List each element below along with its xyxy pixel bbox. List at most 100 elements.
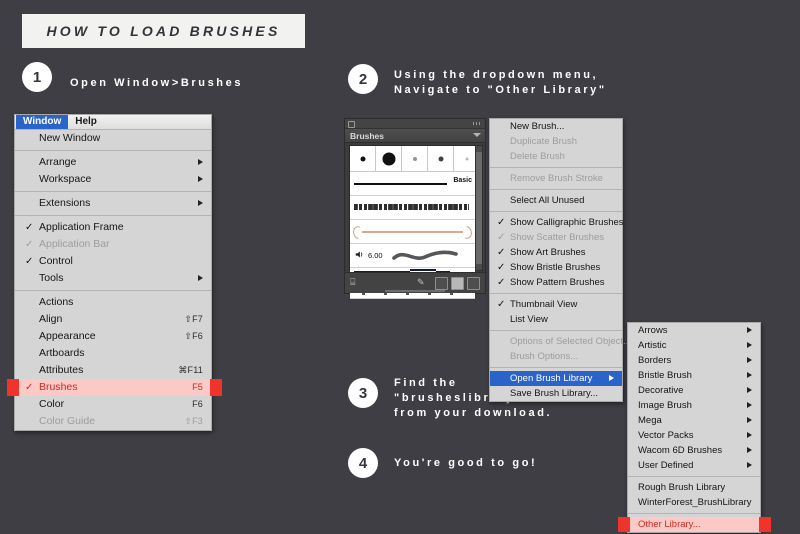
window-menu-item-actions[interactable]: Actions <box>15 294 211 311</box>
arrow-head-left-icon <box>350 223 368 242</box>
window-menu-item-appearance[interactable]: Appearance ⇧F6 <box>15 328 211 345</box>
library-menu-item-other-library[interactable]: Other Library... <box>628 517 760 532</box>
scrollbar-thumb[interactable] <box>476 152 482 264</box>
library-menu-separator <box>628 513 760 514</box>
brush-swatch[interactable] <box>350 146 376 171</box>
brush-swatch[interactable] <box>402 146 428 171</box>
brush-menu-separator <box>490 367 622 368</box>
library-menu-item-bristle-brush[interactable]: Bristle Brush <box>628 368 760 383</box>
basic-label: Basic <box>453 177 472 184</box>
check-icon: ✓ <box>25 239 34 250</box>
panel-tab-label: Brushes <box>350 130 385 141</box>
brush-panel-flyout-menu[interactable]: New Brush... Duplicate Brush Delete Brush R… <box>489 118 631 402</box>
panel-tab-brushes[interactable]: Brushes <box>345 129 485 143</box>
window-menu-item-arrange[interactable]: Arrange <box>15 154 211 171</box>
library-menu-item-rough-brush-library[interactable]: Rough Brush Library <box>628 480 760 495</box>
library-menu-item-decorative[interactable]: Decorative <box>628 383 760 398</box>
library-menu-item-arrows[interactable]: Arrows <box>628 323 760 338</box>
library-menu-item-label: Artistic <box>638 340 667 351</box>
brushes-list: Basic 6.00 <box>349 145 480 299</box>
window-menu-item-application-bar: ✓ Application Bar <box>15 236 211 253</box>
step-4-text: You're good to go! <box>394 457 538 469</box>
window-menu-items: New Window Arrange Workspace Extensions ✓ App… <box>15 130 211 430</box>
brush-menu-item-label: Options of Selected Object... <box>510 336 631 347</box>
brush-menu-item-show-art-brushes[interactable]: ✓ Show Art Brushes <box>490 245 622 260</box>
window-menu-item-brushes[interactable]: ✓ Brushes F5 <box>15 379 211 396</box>
bristle-brush-row[interactable]: 6.00 <box>350 244 475 268</box>
window-menu-separator <box>15 290 211 291</box>
window-menu-item-artboards[interactable]: Artboards <box>15 345 211 362</box>
check-icon: ✓ <box>25 382 34 393</box>
arrow-stroke-preview <box>362 231 463 233</box>
window-menu-dropdown[interactable]: Window Help New Window Arrange Workspace Ex… <box>14 114 212 431</box>
window-menu-item-extensions[interactable]: Extensions <box>15 195 211 212</box>
calligraphic-brush-row[interactable] <box>350 146 480 172</box>
bristle-stroke-preview <box>392 250 458 260</box>
bristle-brush-icon <box>355 251 363 258</box>
brush-menu-item-open-brush-library[interactable]: Open Brush Library <box>490 371 622 386</box>
art-brush-arrow-row[interactable] <box>350 220 475 244</box>
brush-swatch[interactable] <box>376 146 402 171</box>
art-brush-charcoal-row[interactable] <box>350 196 475 220</box>
brush-menu-item-label: Remove Brush Stroke <box>510 173 603 184</box>
brush-menu-item-delete-brush: Delete Brush <box>490 149 622 164</box>
delete-brush-icon[interactable] <box>467 277 480 290</box>
new-brush-icon[interactable] <box>451 277 464 290</box>
brush-swatch[interactable] <box>428 146 454 171</box>
footer-divider <box>385 290 445 292</box>
library-menu-item-image-brush[interactable]: Image Brush <box>628 398 760 413</box>
other-library-highlight-bar-right <box>759 517 771 532</box>
brush-menu-item-thumbnail-view[interactable]: ✓ Thumbnail View <box>490 297 622 312</box>
library-menu-item-artistic[interactable]: Artistic <box>628 338 760 353</box>
brush-libraries-menu-icon[interactable]: ⌸ <box>350 277 361 288</box>
brush-menu-item-show-pattern-brushes[interactable]: ✓ Show Pattern Brushes <box>490 275 622 290</box>
library-menu-item-user-defined[interactable]: User Defined <box>628 458 760 473</box>
brushes-panel[interactable]: Brushes Basic 6.00 ⌸ ✎ <box>344 118 486 299</box>
brush-menu-item-list-view[interactable]: List View <box>490 312 622 327</box>
window-menu-item-new-window[interactable]: New Window <box>15 130 211 147</box>
library-menu-item-label: Rough Brush Library <box>638 482 726 493</box>
menubar-item-window[interactable]: Window <box>16 115 69 129</box>
brush-menu-item-label: Show Pattern Brushes <box>510 277 605 288</box>
brush-menu-item-show-calligraphic-brushes[interactable]: ✓ Show Calligraphic Brushes <box>490 215 624 230</box>
library-menu-item-borders[interactable]: Borders <box>628 353 760 368</box>
check-icon: ✓ <box>25 256 34 267</box>
art-brush-basic-row[interactable]: Basic <box>350 172 475 196</box>
window-menu-item-attributes[interactable]: Attributes ⌘F11 <box>15 362 211 379</box>
step-1-number: 1 <box>22 62 52 92</box>
library-menu-item-wacom-6d-brushes[interactable]: Wacom 6D Brushes <box>628 443 760 458</box>
window-menu-item-workspace[interactable]: Workspace <box>15 171 211 188</box>
chevron-right-icon <box>747 383 752 398</box>
menubar-item-help[interactable]: Help <box>68 115 104 129</box>
brush-menu-item-show-bristle-brushes[interactable]: ✓ Show Bristle Brushes <box>490 260 622 275</box>
panel-menu-icon[interactable] <box>473 133 481 137</box>
check-icon: ✓ <box>497 299 506 310</box>
library-menu-item-winterforest-brushlibrary[interactable]: WinterForest_BrushLibrary <box>628 495 760 510</box>
brush-menu-item-new-brush[interactable]: New Brush... <box>490 119 622 134</box>
brush-menu-item-label: Show Scatter Brushes <box>510 232 604 243</box>
library-menu-item-mega[interactable]: Mega <box>628 413 760 428</box>
brush-menu-item-save-brush-library[interactable]: Save Brush Library... <box>490 386 622 401</box>
window-menu-item-label: Application Frame <box>39 221 124 233</box>
brush-menu-item-label: Show Calligraphic Brushes <box>510 217 624 228</box>
brush-menu-item-label: Select All Unused <box>510 195 585 206</box>
window-menu-item-align[interactable]: Align ⇧F7 <box>15 311 211 328</box>
step-2-text: Using the dropdown menu, Navigate to "Ot… <box>394 69 607 96</box>
library-menu-item-vector-packs[interactable]: Vector Packs <box>628 428 760 443</box>
window-menu-item-application-frame[interactable]: ✓ Application Frame <box>15 219 211 236</box>
brush-library-submenu[interactable]: Arrows Artistic Borders Bristle Brush Decora… <box>627 322 761 533</box>
options-icon[interactable] <box>435 277 448 290</box>
brush-menu-separator <box>490 211 622 212</box>
chevron-right-icon <box>747 458 752 473</box>
other-library-highlight-bar-left <box>618 517 630 532</box>
window-menu-item-color[interactable]: Color F6 <box>15 396 211 413</box>
arrow-head-right-icon <box>457 223 475 242</box>
window-menu-separator <box>15 150 211 151</box>
window-menu-item-control[interactable]: ✓ Control <box>15 253 211 270</box>
window-menu-item-tools[interactable]: Tools <box>15 270 211 287</box>
remove-brush-stroke-icon[interactable]: ✎ <box>417 277 428 288</box>
panel-scrollbar[interactable] <box>475 145 483 271</box>
window-menu-item-label: Brushes <box>39 381 78 393</box>
brush-menu-item-select-all-unused[interactable]: Select All Unused <box>490 193 622 208</box>
window-menu-item-label: Tools <box>39 272 64 284</box>
